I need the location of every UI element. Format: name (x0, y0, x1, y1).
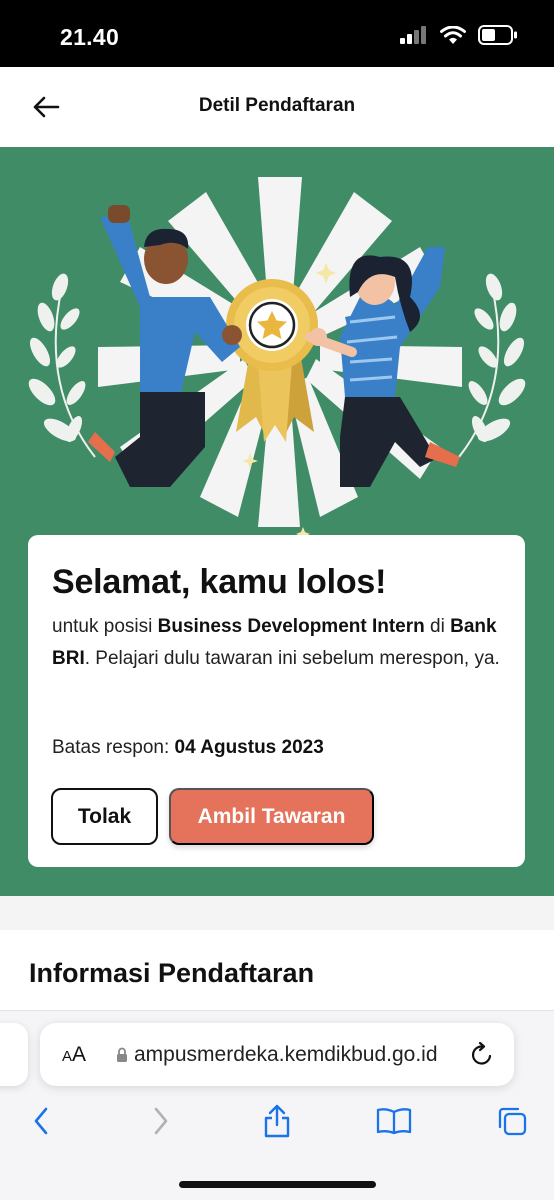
wifi-icon (440, 25, 466, 50)
deadline-label: Batas respon: (52, 737, 175, 758)
tabs-icon (498, 1107, 527, 1136)
offer-description: untuk posisi Business Development Intern… (52, 611, 502, 675)
accept-offer-button[interactable]: Ambil Tawaran (169, 788, 374, 845)
share-button[interactable] (257, 1101, 297, 1141)
share-icon (264, 1104, 290, 1138)
offer-card: Selamat, kamu lolos! untuk posisi Busine… (28, 535, 525, 867)
position-name: Business Development Intern (157, 616, 425, 637)
reject-button[interactable]: Tolak (51, 788, 158, 845)
section-title: Informasi Pendaftaran (29, 958, 315, 988)
status-bar: 21.40 (0, 0, 554, 67)
reload-icon[interactable] (470, 1041, 494, 1067)
hero-banner: Selamat, kamu lolos! untuk posisi Busine… (0, 147, 554, 896)
safari-nav-toolbar (0, 1101, 554, 1141)
lock-icon (117, 1047, 127, 1062)
desc-suffix: . Pelajari dulu tawaran ini sebelum mere… (84, 648, 500, 669)
desc-mid: di (424, 616, 451, 637)
browser-toolbar: AA ampusmerdeka.kemdikbud.go.id (0, 1010, 554, 1200)
forward-nav-button[interactable] (141, 1101, 181, 1141)
response-deadline: Batas respon: 04 Agustus 2023 (52, 737, 324, 759)
bookmarks-icon (376, 1108, 412, 1135)
desc-prefix: untuk posisi (52, 616, 158, 637)
back-nav-button[interactable] (21, 1101, 61, 1141)
chevron-right-icon (154, 1107, 168, 1135)
home-indicator[interactable] (179, 1181, 376, 1188)
battery-icon (478, 25, 518, 50)
section-divider (0, 896, 554, 930)
previous-tab-peek[interactable] (0, 1023, 28, 1086)
app-header: Detil Pendaftaran (0, 67, 554, 147)
signal-icon (400, 26, 428, 49)
status-time: 21.40 (60, 24, 120, 50)
status-icons (400, 25, 518, 50)
tabs-button[interactable] (492, 1101, 532, 1141)
reader-settings-button[interactable]: AA (62, 1043, 86, 1067)
congratulations-illustration (28, 177, 526, 541)
chevron-left-icon (34, 1107, 48, 1135)
congrats-headline: Selamat, kamu lolos! (52, 563, 387, 601)
deadline-date: 04 Agustus 2023 (174, 737, 324, 758)
page-title: Detil Pendaftaran (198, 95, 356, 116)
bookmarks-button[interactable] (374, 1101, 414, 1141)
address-bar[interactable]: AA ampusmerdeka.kemdikbud.go.id (40, 1023, 514, 1086)
url-text: ampusmerdeka.kemdikbud.go.id (134, 1043, 438, 1066)
